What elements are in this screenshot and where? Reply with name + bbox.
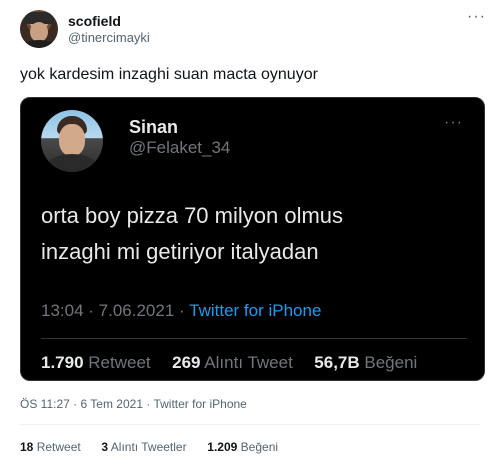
author-avatar[interactable]: [20, 10, 58, 48]
retweets-label: Retweet: [36, 440, 81, 454]
quoted-tweet-stats: 1.790 Retweet 269 Alıntı Tweet 56,7B Beğ…: [41, 353, 417, 373]
more-options-icon[interactable]: ···: [467, 9, 486, 25]
quoted-source: Twitter for iPhone: [189, 301, 322, 320]
quoted-likes-label: Beğeni: [364, 353, 418, 372]
quotes-stat[interactable]: 3 Alıntı Tweetler: [101, 440, 190, 454]
quotes-count: 3: [101, 440, 109, 454]
tweet-meta: ÖS 11:27 · 6 Tem 2021 · Twitter for iPho…: [20, 397, 247, 411]
author-name[interactable]: scofield: [68, 13, 121, 29]
tweet-stats: 18 Retweet 3 Alıntı Tweetler 1.209 Beğen…: [20, 440, 278, 454]
retweets-count: 18: [20, 440, 34, 454]
author-handle[interactable]: @tinercimayki: [68, 30, 150, 45]
quoted-quotes-count: 269: [172, 353, 201, 372]
quoted-tweet-screenshot[interactable]: Sinan @Felaket_34 ··· orta boy pizza 70 …: [20, 97, 485, 381]
tweet-card: scofield @tinercimayki ··· yok kardesim …: [0, 0, 500, 469]
quoted-text-line-2: inzaghi mi getiriyor italyadan: [41, 239, 319, 264]
quoted-text-line-1: orta boy pizza 70 milyon olmus: [41, 203, 344, 228]
tweet-source[interactable]: Twitter for iPhone: [153, 397, 246, 411]
quotes-label: Alıntı Tweetler: [110, 440, 187, 454]
quoted-author-name: Sinan: [129, 117, 179, 137]
quoted-author-avatar: [41, 110, 103, 172]
quoted-divider: [41, 338, 467, 339]
likes-label: Beğeni: [240, 440, 279, 454]
retweets-stat[interactable]: 18 Retweet: [20, 440, 84, 454]
likes-count: 1.209: [207, 440, 238, 454]
stats-divider: [20, 424, 480, 425]
quoted-tweet-text: orta boy pizza 70 milyon olmus inzaghi m…: [41, 198, 471, 270]
quoted-time: 13:04: [41, 301, 84, 320]
quoted-more-icon: ···: [444, 114, 463, 131]
quoted-quotes-label: Alıntı Tweet: [204, 353, 293, 372]
likes-stat[interactable]: 1.209 Beğeni: [207, 440, 278, 454]
quoted-retweets-label: Retweet: [88, 353, 151, 372]
quoted-author-handle: @Felaket_34: [129, 138, 231, 157]
quoted-likes-count: 56,7B: [314, 353, 360, 372]
tweet-date[interactable]: 6 Tem 2021: [81, 397, 144, 411]
quoted-date: 7.06.2021: [98, 301, 175, 320]
quoted-retweets-count: 1.790: [41, 353, 84, 372]
tweet-text: yok kardesim inzaghi suan macta oynuyor: [20, 66, 318, 83]
tweet-time[interactable]: ÖS 11:27: [20, 397, 70, 411]
quoted-tweet-meta: 13:04 · 7.06.2021 · Twitter for iPhone: [41, 301, 322, 320]
